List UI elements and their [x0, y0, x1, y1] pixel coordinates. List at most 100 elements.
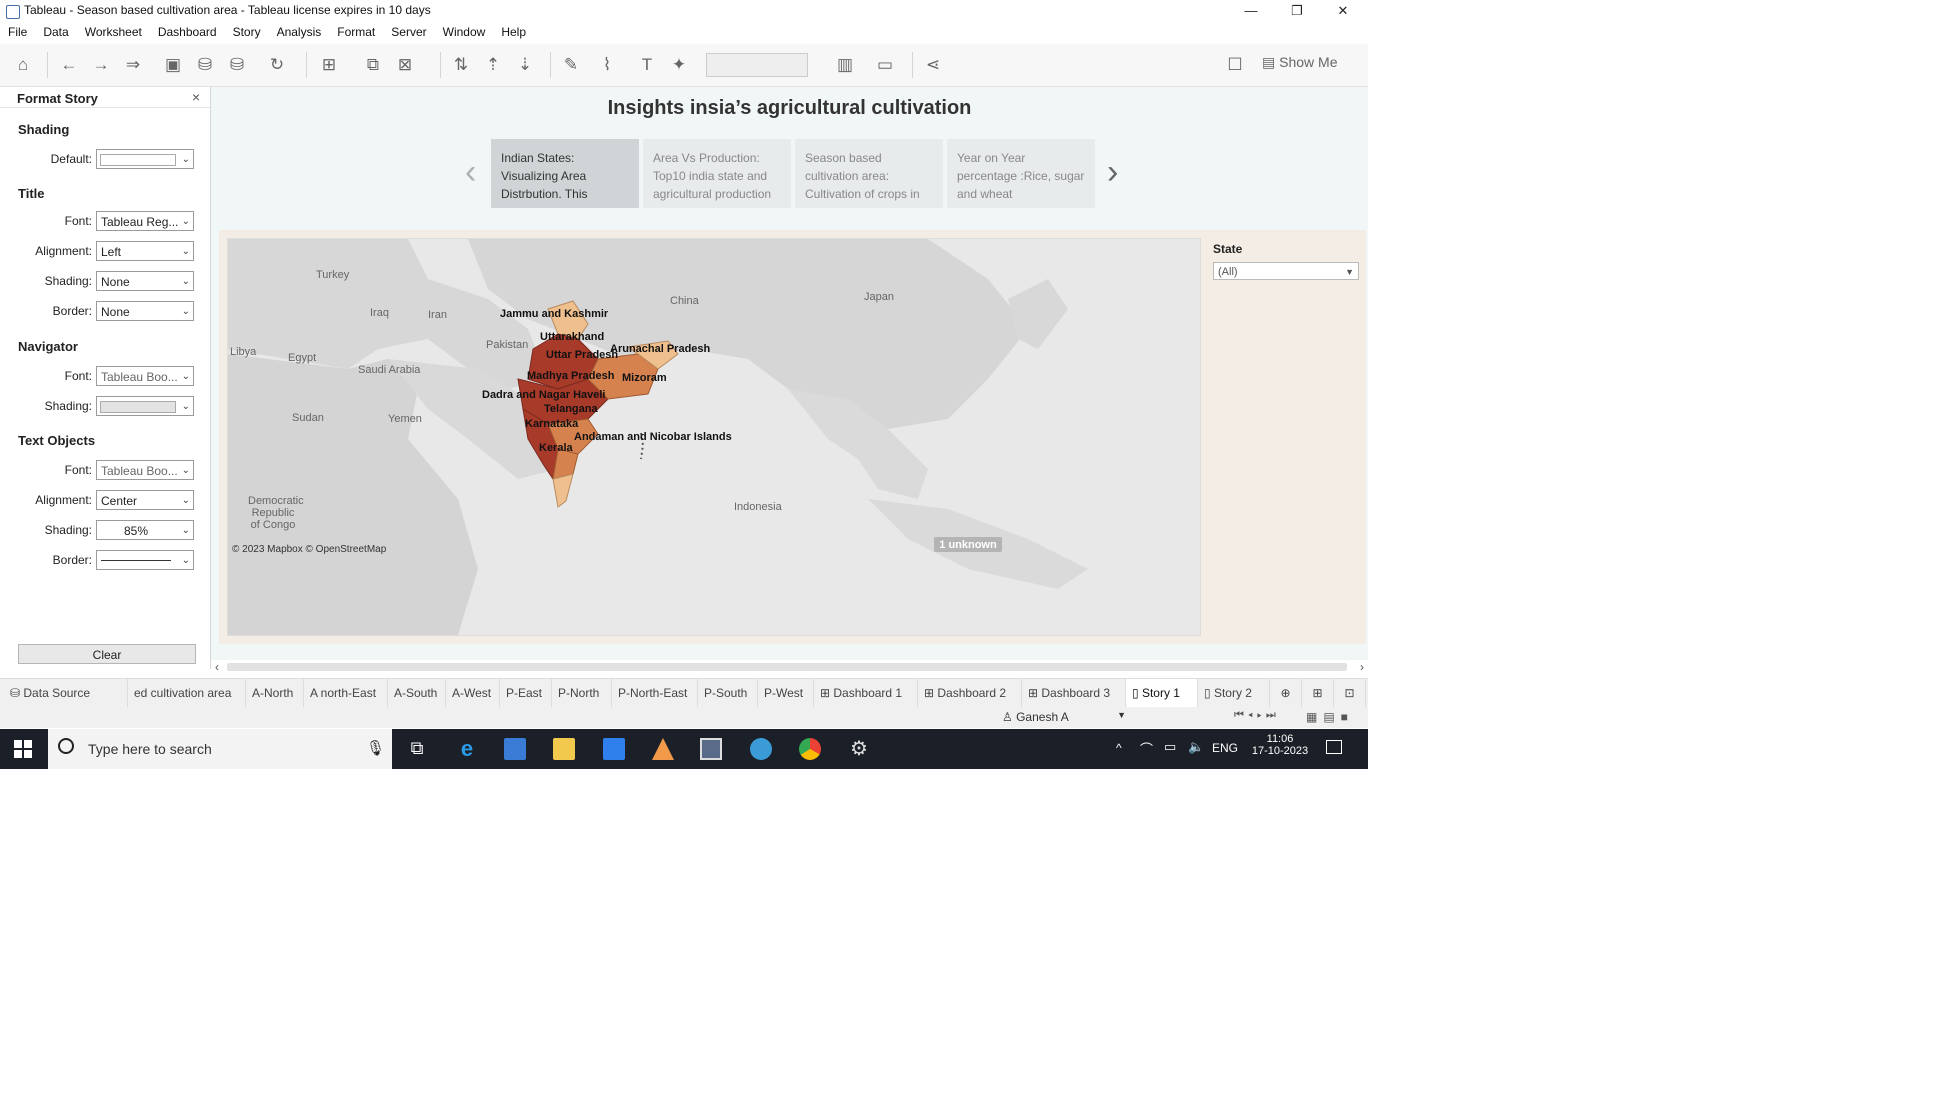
undo-icon[interactable]: ←	[58, 54, 80, 76]
tab-p-west[interactable]: P-West	[758, 679, 814, 707]
settings-gear-icon[interactable]: ⚙	[848, 738, 870, 760]
menu-window[interactable]: Window	[435, 22, 494, 39]
story-point-1[interactable]: Indian States: Visualizing Area Distrbut…	[491, 139, 639, 208]
taskbar-search-box[interactable]: Type here to search 🎙	[48, 729, 392, 769]
text-shading-select[interactable]: 85% ⌄	[96, 520, 194, 540]
new-story-icon[interactable]: ⊡	[1334, 679, 1366, 707]
user-menu[interactable]: ♙ Ganesh A ▼	[1002, 710, 1126, 724]
state-filter-select[interactable]: (All) ▼	[1213, 262, 1359, 280]
swap-icon[interactable]: ⇅	[450, 54, 472, 76]
scroll-left-icon[interactable]: ‹	[215, 660, 219, 674]
close-button[interactable]: ✕	[1320, 0, 1366, 22]
menu-dashboard[interactable]: Dashboard	[150, 22, 225, 39]
tab-data-source[interactable]: ⛁ Data Source	[4, 679, 128, 707]
tab-dashboard-2[interactable]: ⊞ Dashboard 2	[918, 679, 1022, 707]
tab-season-cultivation[interactable]: ed cultivation area	[128, 679, 246, 707]
volume-icon[interactable]: 🔈	[1188, 739, 1204, 755]
edge-icon[interactable]: e	[456, 738, 478, 760]
default-shading-select[interactable]: ⌄	[96, 149, 194, 169]
battery-icon[interactable]: ▭	[1164, 739, 1176, 755]
title-shading-select[interactable]: None ⌄	[96, 271, 194, 291]
file-explorer-icon[interactable]	[553, 738, 575, 760]
highlight-icon[interactable]: ✎	[560, 54, 582, 76]
replay-icon[interactable]: ⇒	[122, 54, 144, 76]
chrome-icon[interactable]	[799, 738, 821, 760]
save-icon[interactable]: ▣	[162, 54, 184, 76]
sheet-navigation[interactable]: ⏮◂▸⏭	[1234, 709, 1280, 722]
microphone-icon[interactable]: 🎙	[366, 739, 385, 757]
menu-help[interactable]: Help	[493, 22, 534, 39]
title-font-select[interactable]: Tableau Reg... ⌄	[96, 211, 194, 231]
new-worksheet-icon[interactable]: ⊞	[318, 54, 340, 76]
menu-file[interactable]: File	[0, 22, 35, 39]
menu-data[interactable]: Data	[35, 22, 76, 39]
new-datasource-icon[interactable]: ⛁	[194, 54, 216, 76]
labels-icon[interactable]: T	[636, 54, 658, 76]
refresh-icon[interactable]: ↻	[266, 54, 288, 76]
vlc-icon[interactable]	[652, 738, 674, 760]
story-point-3[interactable]: Season based cultivation area: Cultivati…	[795, 139, 943, 208]
chart-icon[interactable]: ▥	[834, 54, 856, 76]
duplicate-icon[interactable]: ⧉	[362, 54, 384, 76]
story-point-2[interactable]: Area Vs Production: Top10 india state an…	[643, 139, 791, 208]
tab-p-north-east[interactable]: P-North-East	[612, 679, 698, 707]
text-border-select[interactable]: ⌄	[96, 550, 194, 570]
group-icon[interactable]: ⌇	[596, 54, 618, 76]
redo-icon[interactable]: →	[90, 54, 112, 76]
pause-updates-icon[interactable]: ⛁	[226, 54, 248, 76]
view-toggle[interactable]: ▦▤■	[1306, 710, 1354, 724]
next-point-icon[interactable]: ›	[1107, 155, 1118, 189]
clock[interactable]: 11:06 17-10-2023	[1250, 733, 1310, 757]
store-icon[interactable]	[504, 738, 526, 760]
close-icon[interactable]: ×	[192, 89, 200, 105]
tab-dashboard-1[interactable]: ⊞ Dashboard 1	[814, 679, 918, 707]
clear-button[interactable]: Clear	[18, 644, 196, 664]
new-worksheet-icon[interactable]: ⊕	[1270, 679, 1302, 707]
notification-icon[interactable]	[1326, 740, 1342, 754]
minimize-button[interactable]: —	[1228, 0, 1274, 22]
new-dashboard-icon[interactable]: ⊞	[1302, 679, 1334, 707]
menu-server[interactable]: Server	[383, 22, 434, 39]
sort-descending-icon[interactable]: ⇣	[514, 54, 536, 76]
text-alignment-select[interactable]: Center ⌄	[96, 490, 194, 510]
share-icon[interactable]: ⋖	[922, 54, 944, 76]
mail-icon[interactable]	[603, 738, 625, 760]
tab-p-east[interactable]: P-East	[500, 679, 552, 707]
navigator-shading-select[interactable]: ⌄	[96, 396, 194, 416]
network-icon[interactable]: ⌒	[1140, 739, 1153, 758]
story-point-4[interactable]: Year on Year percentage :Rice, sugar and…	[947, 139, 1095, 208]
sort-ascending-icon[interactable]: ⇡	[482, 54, 504, 76]
title-alignment-select[interactable]: Left ⌄	[96, 241, 194, 261]
task-view-icon[interactable]: ⧉	[406, 738, 428, 760]
menu-worksheet[interactable]: Worksheet	[77, 22, 150, 39]
show-me-button[interactable]: ▤ Show Me	[1262, 54, 1337, 71]
tab-a-south[interactable]: A-South	[388, 679, 446, 707]
windows-start-icon[interactable]	[14, 740, 32, 758]
tab-a-north[interactable]: A-North	[246, 679, 304, 707]
tableau-taskbar-icon[interactable]	[700, 738, 722, 760]
app-icon[interactable]	[750, 738, 772, 760]
scroll-thumb[interactable]	[227, 663, 1347, 671]
menu-format[interactable]: Format	[329, 22, 383, 39]
tab-p-south[interactable]: P-South	[698, 679, 758, 707]
tooltip-icon[interactable]: ☐	[1224, 54, 1246, 76]
tab-story-1[interactable]: ▯ Story 1	[1126, 679, 1198, 707]
fit-dropdown[interactable]	[706, 53, 808, 77]
scroll-right-icon[interactable]: ›	[1360, 660, 1364, 674]
map-view[interactable]: © 2023 Mapbox © OpenStreetMap 1 unknown …	[227, 238, 1201, 636]
chevron-up-icon[interactable]: ^	[1116, 741, 1122, 755]
title-border-select[interactable]: None ⌄	[96, 301, 194, 321]
clear-sheet-icon[interactable]: ⊠	[394, 54, 416, 76]
previous-point-icon[interactable]: ‹	[465, 155, 476, 189]
tab-dashboard-3[interactable]: ⊞ Dashboard 3	[1022, 679, 1126, 707]
text-font-select[interactable]: Tableau Boo... ⌄	[96, 460, 194, 480]
navigator-font-select[interactable]: Tableau Boo... ⌄	[96, 366, 194, 386]
tab-story-2[interactable]: ▯ Story 2	[1198, 679, 1270, 707]
tab-a-west[interactable]: A-West	[446, 679, 500, 707]
pin-icon[interactable]: ✦	[668, 54, 690, 76]
menu-analysis[interactable]: Analysis	[269, 22, 330, 39]
presentation-icon[interactable]: ▭	[874, 54, 896, 76]
language-indicator[interactable]: ENG	[1212, 741, 1238, 755]
tab-a-north-east[interactable]: A north-East	[304, 679, 388, 707]
home-icon[interactable]: ⌂	[12, 54, 34, 76]
